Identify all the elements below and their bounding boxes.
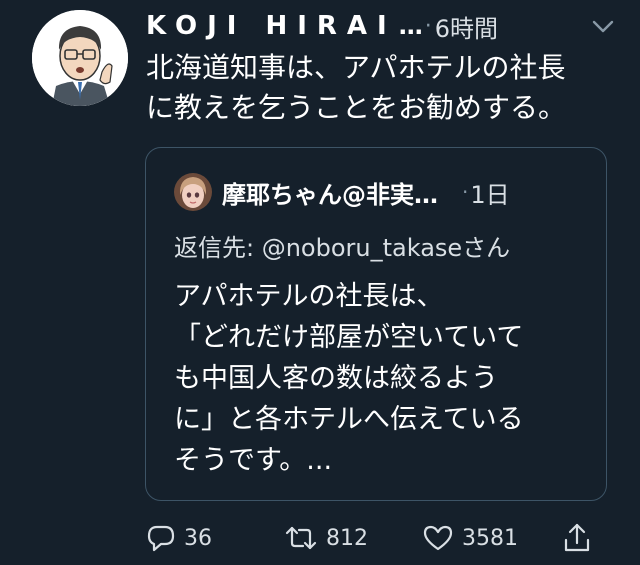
quote-text-line: そうです。... bbox=[174, 445, 333, 476]
author-name-ellipsis: … bbox=[398, 12, 423, 40]
share-button[interactable] bbox=[562, 518, 592, 558]
tweet-actions: 36 812 3581 bbox=[146, 518, 606, 558]
quote-text: アパホテルの社長は、 「どれだけ部屋が空いていて も中国人客の数は絞るよう に」… bbox=[174, 276, 594, 481]
quote-author-name[interactable]: 摩耶ちゃん@非実… bbox=[222, 175, 438, 210]
quote-text-line: も中国人客の数は絞るよう bbox=[174, 363, 498, 394]
like-button[interactable]: 3581 bbox=[422, 518, 518, 558]
retweet-button[interactable]: 812 bbox=[284, 518, 368, 558]
quote-text-line: 「どれだけ部屋が空いていて bbox=[174, 322, 524, 353]
chevron-down-icon[interactable] bbox=[590, 14, 616, 38]
heart-icon bbox=[422, 523, 454, 553]
tweet-timestamp[interactable]: 6時間 bbox=[435, 9, 498, 44]
tweet-text-line: 北海道知事は、アパホテルの社長 bbox=[146, 51, 566, 84]
author-avatar[interactable] bbox=[32, 10, 128, 106]
quote-author-avatar[interactable] bbox=[174, 173, 212, 211]
author-avatar-illustration bbox=[32, 10, 128, 106]
quote-header: 摩耶ちゃん@非実… · 1日 bbox=[222, 174, 510, 210]
quote-text-line: アパホテルの社長は、 bbox=[174, 281, 444, 312]
reply-icon bbox=[146, 523, 176, 553]
author-name[interactable]: KOJI HIRAI bbox=[146, 11, 397, 41]
header-separator: · bbox=[424, 13, 432, 39]
tweet-text-line: に教えを乞うことをお勧めする。 bbox=[146, 91, 567, 124]
quote-text-line: に」と各ホテルへ伝えている bbox=[174, 404, 524, 435]
like-count: 3581 bbox=[462, 525, 518, 551]
tweet-header: KOJI HIRAI … · 6時間 bbox=[146, 6, 616, 46]
tweet-text: 北海道知事は、アパホテルの社長 に教えを乞うことをお勧めする。 bbox=[146, 48, 616, 128]
quote-timestamp[interactable]: 1日 bbox=[470, 175, 509, 210]
reply-to-label: 返信先: @noboru_takaseさん bbox=[174, 234, 511, 262]
reply-count: 36 bbox=[184, 525, 212, 551]
share-icon bbox=[562, 522, 592, 554]
retweet-count: 812 bbox=[326, 525, 368, 551]
quote-avatar-illustration bbox=[174, 173, 212, 211]
quote-header-separator: · bbox=[462, 180, 469, 204]
reply-button[interactable]: 36 bbox=[146, 518, 212, 558]
retweet-icon bbox=[284, 523, 318, 553]
quoted-tweet-card[interactable]: 摩耶ちゃん@非実… · 1日 返信先: @noboru_takaseさん アパホ… bbox=[145, 147, 607, 501]
